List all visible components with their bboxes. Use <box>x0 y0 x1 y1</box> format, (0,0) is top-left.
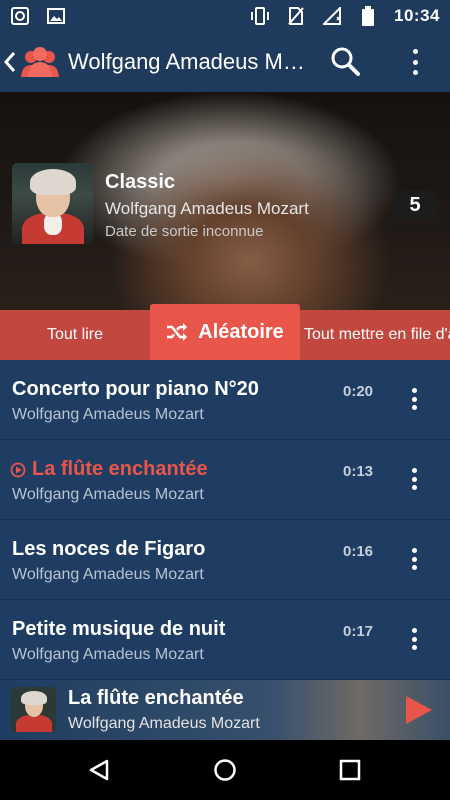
vibrate-icon <box>250 6 270 26</box>
shuffle-icon <box>167 323 188 341</box>
track-title: Les noces de Figaro <box>12 538 206 560</box>
track-menu-icon[interactable] <box>404 466 424 492</box>
now-playing-artist: Wolfgang Amadeus Mozart <box>68 715 260 732</box>
image-icon <box>46 6 66 26</box>
queue-all-button[interactable]: Tout mettre en file d'attente <box>300 310 450 360</box>
battery-icon <box>358 6 378 26</box>
artists-icon <box>20 44 60 80</box>
now-playing-art <box>11 687 56 732</box>
now-playing-icon <box>10 462 26 477</box>
nav-back-icon[interactable] <box>84 755 114 785</box>
track-duration: 0:13 <box>343 463 374 480</box>
release-date: Date de sortie inconnue <box>105 223 264 240</box>
track-artist: Wolfgang Amadeus Mozart <box>12 486 204 503</box>
track-menu-icon[interactable] <box>404 546 424 572</box>
track-title: Concerto pour piano N°20 <box>12 378 259 400</box>
album-title: Classic <box>105 171 176 193</box>
shuffle-label: Aléatoire <box>198 320 284 343</box>
system-nav-bar <box>0 740 450 800</box>
nav-home-icon[interactable] <box>210 755 240 785</box>
track-title: La flûte enchantée <box>32 458 208 480</box>
track-count-badge: 5 <box>391 190 439 220</box>
track-artist: Wolfgang Amadeus Mozart <box>12 566 204 583</box>
play-icon[interactable] <box>400 692 436 728</box>
media-icon <box>10 6 30 26</box>
track-artist: Wolfgang Amadeus Mozart <box>12 646 204 663</box>
track-artist: Wolfgang Amadeus Mozart <box>12 406 204 423</box>
track-duration: 0:17 <box>343 623 374 640</box>
track-duration: 0:20 <box>343 383 374 400</box>
now-playing-title: La flûte enchantée <box>68 687 244 709</box>
play-all-button[interactable]: Tout lire <box>0 310 150 360</box>
track-row[interactable]: Les noces de Figaro Wolfgang Amadeus Moz… <box>0 520 450 600</box>
track-row[interactable]: Petite musique de nuit Wolfgang Amadeus … <box>0 600 450 680</box>
clock: 10:34 <box>394 6 440 25</box>
album-art[interactable] <box>12 163 93 244</box>
now-playing-bar[interactable]: La flûte enchantée Wolfgang Amadeus Moza… <box>0 680 450 740</box>
nav-recents-icon[interactable] <box>335 755 365 785</box>
track-row[interactable]: Concerto pour piano N°20 Wolfgang Amadeu… <box>0 360 450 440</box>
overflow-menu-icon[interactable] <box>405 46 425 78</box>
track-row-playing[interactable]: La flûte enchantée Wolfgang Amadeus Moza… <box>0 440 450 520</box>
track-title: Petite musique de nuit <box>12 618 226 640</box>
album-artist: Wolfgang Amadeus Mozart <box>105 199 309 218</box>
app-bar: Wolfgang Amadeus Mozart <box>0 32 450 92</box>
page-title: Wolfgang Amadeus Mozart <box>68 49 313 74</box>
no-sim-icon <box>286 6 306 26</box>
track-duration: 0:16 <box>343 543 374 560</box>
search-icon[interactable] <box>330 46 362 78</box>
back-icon[interactable] <box>4 51 18 73</box>
album-header: Classic Wolfgang Amadeus Mozart Date de … <box>0 92 450 310</box>
status-bar: 10:34 <box>0 0 450 32</box>
signal-icon <box>322 6 342 26</box>
track-list: Concerto pour piano N°20 Wolfgang Amadeu… <box>0 360 450 680</box>
action-strip: Tout lire Aléatoire Tout mettre en file … <box>0 304 450 360</box>
track-menu-icon[interactable] <box>404 386 424 412</box>
track-menu-icon[interactable] <box>404 626 424 652</box>
shuffle-button[interactable]: Aléatoire <box>150 304 300 360</box>
